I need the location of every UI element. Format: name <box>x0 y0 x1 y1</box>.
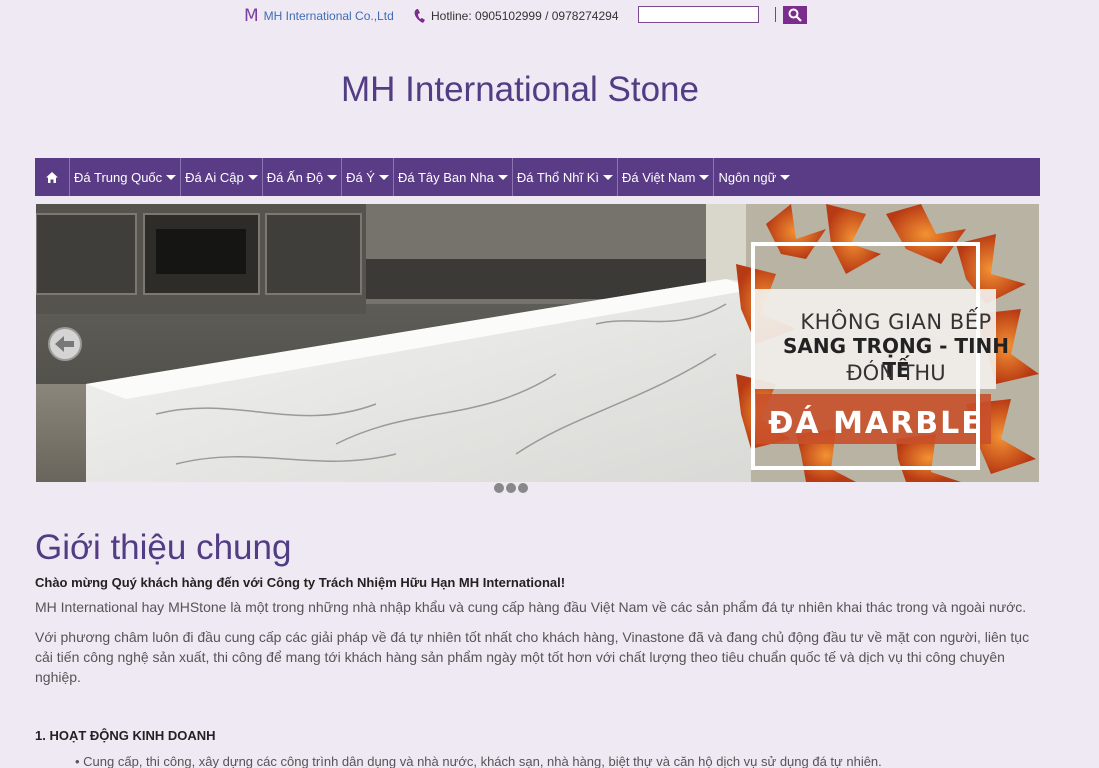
nav-item-label: Đá Tây Ban Nha <box>397 169 494 185</box>
nav-item-label: Ngôn ngữ <box>718 169 777 185</box>
promo-line-4: ĐÁ MARBLE <box>768 406 984 441</box>
nav-item-label: Đá Ý <box>346 169 375 185</box>
nav-item-label: Đá Thổ Nhĩ Kì <box>516 169 599 185</box>
caret-down-icon <box>780 174 791 180</box>
nav-item-tho-nhi-ki[interactable]: Đá Thổ Nhĩ Kì <box>513 158 618 196</box>
company-info[interactable]: M MH International Co.,Ltd <box>244 6 394 26</box>
hotline: Hotline: 0905102999 / 0978274294 <box>413 8 619 24</box>
business-bullet: • Cung cấp, thi công, xây dựng các công … <box>75 754 882 768</box>
hero-slider[interactable]: KHÔNG GIAN BẾP SANG TRỌNG - TINH TẾ ĐÓN … <box>36 204 1039 482</box>
nav-item-y[interactable]: Đá Ý <box>342 158 394 196</box>
welcome-text: Chào mừng Quý khách hàng đến với Công ty… <box>35 575 566 590</box>
site-title: MH International Stone <box>341 70 699 109</box>
company-name-link[interactable]: MH International Co.,Ltd <box>264 9 394 23</box>
intro-paragraph-2: Với phương châm luôn đi đầu cung cấp các… <box>35 629 1030 685</box>
slider-dots <box>494 483 528 493</box>
nav-item-language[interactable]: Ngôn ngữ <box>714 158 794 196</box>
phone-icon <box>414 9 425 23</box>
search-button[interactable] <box>783 6 807 24</box>
caret-down-icon <box>378 174 389 180</box>
slider-dot[interactable] <box>506 483 516 493</box>
company-logo-icon: M <box>244 6 259 26</box>
intro-section: Giới thiệu chung Chào mừng Quý khách hàn… <box>35 528 1045 768</box>
arrow-left-icon <box>55 336 74 352</box>
main-nav: Đá Trung Quốc Đá Ai Cập Đá Ấn Độ Đá Ý Đá… <box>35 158 1040 196</box>
home-icon <box>46 171 58 183</box>
caret-down-icon <box>166 174 177 180</box>
caret-down-icon <box>327 174 338 180</box>
nav-item-label: Đá Ai Cập <box>185 169 244 185</box>
nav-item-viet-nam[interactable]: Đá Việt Nam <box>618 158 715 196</box>
business-heading: 1. HOẠT ĐỘNG KINH DOANH <box>35 728 216 743</box>
nav-item-label: Đá Ấn Độ <box>266 169 324 185</box>
search-icon <box>788 8 802 22</box>
nav-item-trung-quoc[interactable]: Đá Trung Quốc <box>70 158 182 196</box>
slider-prev-button[interactable] <box>50 329 80 359</box>
nav-item-tay-ban-nha[interactable]: Đá Tây Ban Nha <box>394 158 513 196</box>
search-input[interactable] <box>638 6 759 23</box>
nav-home[interactable] <box>35 158 70 196</box>
top-bar: M MH International Co.,Ltd Hotline: 0905… <box>0 6 1099 26</box>
nav-item-ai-cap[interactable]: Đá Ai Cập <box>181 158 263 196</box>
nav-item-an-do[interactable]: Đá Ấn Độ <box>263 158 343 196</box>
nav-item-label: Đá Trung Quốc <box>74 169 163 185</box>
slider-dot[interactable] <box>518 483 528 493</box>
nav-item-label: Đá Việt Nam <box>622 169 696 185</box>
caret-down-icon <box>699 174 710 180</box>
slider-dot[interactable] <box>494 483 504 493</box>
caret-down-icon <box>497 174 508 180</box>
intro-paragraph-1: MH International hay MHStone là một tron… <box>35 599 1027 615</box>
promo-line-3: ĐÓN THU <box>846 361 946 385</box>
caret-down-icon <box>603 174 613 180</box>
caret-down-icon <box>247 174 258 180</box>
section-title: Giới thiệu chung <box>35 528 292 567</box>
promo-line-1: KHÔNG GIAN BẾP <box>800 310 992 334</box>
top-divider <box>775 7 776 22</box>
hotline-text: Hotline: 0905102999 / 0978274294 <box>431 9 619 23</box>
